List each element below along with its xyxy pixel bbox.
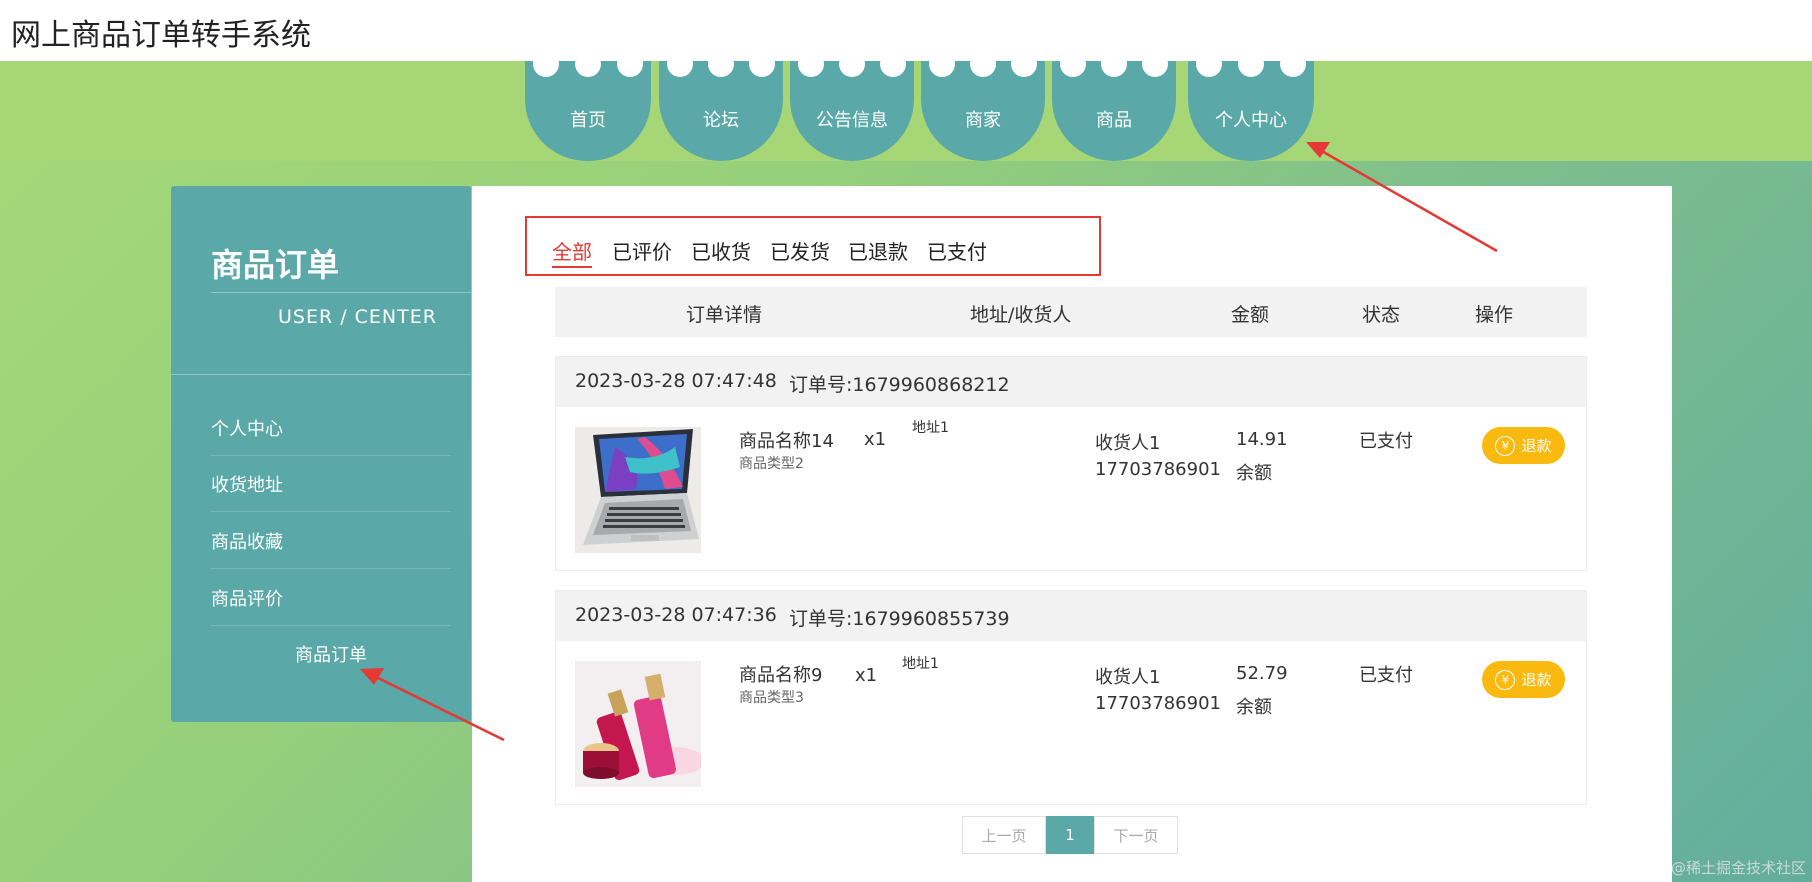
sidebar-item-reviews[interactable]: 商品评价 [211, 570, 451, 626]
sidebar: 商品订单 USER / CENTER 个人中心 收货地址 商品收藏 商品评价 商… [171, 186, 471, 722]
order-status: 已支付 [1359, 431, 1413, 452]
header-address: 地址/收货人 [970, 304, 1072, 326]
product-name: 商品名称9 [739, 665, 823, 686]
order-number: 订单号:1679960855739 [789, 608, 1010, 630]
tab-paid[interactable]: 已支付 [927, 236, 987, 265]
shipping-address: 地址1 [912, 420, 949, 436]
product-type: 商品类型2 [739, 456, 804, 472]
nav-item-label: 商家 [965, 110, 1001, 131]
sidebar-item-favorites[interactable]: 商品收藏 [211, 513, 451, 569]
sidebar-item-user-center[interactable]: 个人中心 [211, 400, 451, 456]
product-quantity: x1 [855, 665, 878, 686]
page-1-button[interactable]: 1 [1046, 816, 1094, 854]
refund-button[interactable]: ¥ 退款 [1482, 427, 1565, 464]
product-image-laptop[interactable] [575, 427, 701, 553]
sidebar-item-orders[interactable]: 商品订单 [211, 626, 451, 682]
tab-shipped[interactable]: 已发货 [770, 236, 830, 265]
refund-button-label: 退款 [1521, 437, 1552, 455]
table-header: 订单详情 地址/收货人 金额 状态 操作 [555, 287, 1587, 337]
nav-item-label: 个人中心 [1215, 110, 1287, 131]
sidebar-item-shipping-address[interactable]: 收货地址 [211, 456, 451, 512]
sidebar-item-label: 商品收藏 [211, 531, 283, 553]
order-header: 2023-03-28 07:47:48 订单号:1679960868212 [556, 357, 1586, 407]
order-price: 14.91 [1236, 429, 1288, 450]
divider [211, 292, 471, 293]
product-image-cosmetics[interactable] [575, 661, 701, 787]
product-quantity: x1 [864, 429, 887, 450]
receiver-name: 收货人1 [1095, 433, 1161, 454]
order-status: 已支付 [1359, 665, 1413, 686]
nav-item-label: 公告信息 [816, 110, 888, 131]
nav-item-label: 论坛 [703, 110, 739, 131]
tab-refunded[interactable]: 已退款 [848, 236, 908, 265]
order-datetime: 2023-03-28 07:47:48 [575, 370, 777, 392]
receiver-phone: 17703786901 [1095, 459, 1221, 480]
payment-method: 余额 [1236, 697, 1272, 718]
sidebar-item-label: 收货地址 [211, 474, 283, 496]
header-amount: 金额 [1231, 304, 1270, 326]
header-action: 操作 [1475, 304, 1514, 326]
order-number: 订单号:1679960868212 [789, 374, 1010, 396]
tab-reviewed[interactable]: 已评价 [612, 236, 672, 265]
yen-icon: ¥ [1495, 435, 1516, 456]
prev-page-button[interactable]: 上一页 [962, 816, 1046, 854]
sidebar-subtitle: USER / CENTER [278, 306, 437, 328]
product-name: 商品名称14 [739, 431, 834, 452]
order-header: 2023-03-28 07:47:36 订单号:1679960855739 [556, 591, 1586, 641]
refund-button[interactable]: ¥ 退款 [1482, 661, 1565, 698]
sidebar-title: 商品订单 [211, 246, 340, 284]
tab-received[interactable]: 已收货 [691, 236, 751, 265]
product-type: 商品类型3 [739, 690, 804, 706]
order-price: 52.79 [1236, 663, 1288, 684]
pagination: 上一页 1 下一页 [962, 816, 1178, 854]
sidebar-item-label: 商品订单 [295, 645, 367, 666]
nav-item-label: 商品 [1096, 110, 1132, 131]
site-title: 网上商品订单转手系统 [11, 18, 311, 53]
next-page-button[interactable]: 下一页 [1094, 816, 1178, 854]
shipping-address: 地址1 [902, 656, 939, 672]
payment-method: 余额 [1236, 463, 1272, 484]
order-datetime: 2023-03-28 07:47:36 [575, 604, 777, 626]
divider [171, 374, 471, 375]
receiver-name: 收货人1 [1095, 667, 1161, 688]
header-status: 状态 [1362, 304, 1401, 326]
header-detail: 订单详情 [686, 304, 763, 326]
receiver-phone: 17703786901 [1095, 693, 1221, 714]
orders-panel: 全部 已评价 已收货 已发货 已退款 已支付 订单详情 地址/收货人 金额 状态… [472, 186, 1672, 882]
tab-all[interactable]: 全部 [552, 236, 592, 268]
order-card: 2023-03-28 07:47:36 订单号:1679960855739 商品… [555, 590, 1587, 805]
sidebar-item-label: 个人中心 [211, 418, 283, 440]
nav-item-label: 首页 [570, 110, 606, 131]
refund-button-label: 退款 [1521, 671, 1552, 689]
watermark: @稀土掘金技术社区 [1670, 859, 1806, 877]
order-card: 2023-03-28 07:47:48 订单号:1679960868212 商品 [555, 356, 1587, 571]
sidebar-item-label: 商品评价 [211, 588, 283, 610]
yen-icon: ¥ [1495, 669, 1516, 690]
